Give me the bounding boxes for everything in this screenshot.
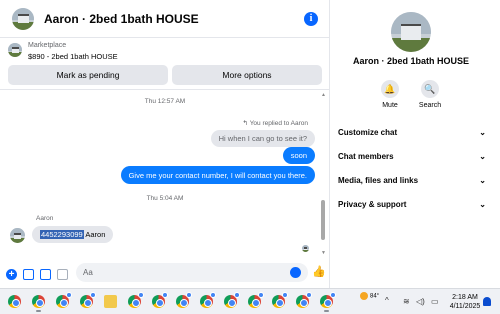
weather-widget[interactable]: 84° (360, 292, 379, 300)
chrome-icon[interactable] (8, 295, 21, 308)
clock-time: 2:18 AM (452, 294, 478, 301)
sticker-icon[interactable] (40, 268, 51, 280)
message-input[interactable]: Aa (76, 263, 308, 282)
chrome-icon[interactable] (80, 292, 96, 308)
chat-header: Aaron · 2bed 1bath HOUSE i (0, 0, 330, 38)
chrome-icon[interactable] (272, 292, 288, 308)
chrome-icon[interactable] (128, 292, 144, 308)
sent-message[interactable]: soon (282, 147, 315, 164)
gif-icon[interactable] (57, 268, 68, 280)
mark-as-pending-button[interactable]: Mark as pending (8, 65, 168, 85)
chevron-down-icon: ⌄ (479, 151, 486, 161)
chrome-icon[interactable] (152, 292, 168, 308)
chrome-icon[interactable] (200, 292, 216, 308)
chat-members-row[interactable]: Chat members ⌄ (338, 146, 486, 166)
wifi-icon[interactable]: ≋ (403, 297, 410, 306)
sent-message[interactable]: Give me your contact number, I will cont… (120, 166, 315, 184)
row-label: Chat members (338, 151, 394, 161)
chrome-icon[interactable] (248, 292, 264, 308)
chrome-icon[interactable] (32, 295, 45, 312)
profile-avatar[interactable] (391, 12, 431, 52)
profile-name[interactable]: Aaron · 2bed 1bath HOUSE (330, 56, 492, 66)
image-icon[interactable] (23, 268, 34, 280)
chevron-down-icon: ⌄ (479, 127, 486, 137)
windows-taskbar: 84° ^ ≋ ◁) ▭ 2:18 AM 4/11/2025 (0, 288, 500, 314)
row-label: Media, files and links (338, 175, 419, 185)
quoted-message[interactable]: Hi when I can go to see it? (210, 130, 315, 147)
message-list[interactable]: ▲ ▼ Thu 12:57 AM ↰ You replied to Aaron … (0, 90, 330, 260)
clock-date: 4/11/2025 (449, 303, 481, 310)
customize-chat-row[interactable]: Customize chat ⌄ (338, 122, 486, 142)
chrome-icon[interactable] (296, 292, 312, 308)
composer-bar: + Aa 👍 (0, 260, 330, 288)
read-receipt-avatar (302, 245, 309, 252)
privacy-support-row[interactable]: Privacy & support ⌄ (338, 194, 486, 214)
volume-icon[interactable]: ◁) (416, 297, 425, 306)
chevron-down-icon: ⌄ (479, 199, 486, 209)
chat-avatar[interactable] (12, 7, 34, 30)
row-label: Privacy & support (338, 199, 407, 209)
chrome-icon[interactable] (56, 292, 72, 308)
chevron-down-icon: ⌄ (479, 175, 486, 185)
received-message[interactable]: 4452293099 Aaron (32, 226, 114, 243)
battery-icon[interactable]: ▭ (431, 297, 439, 306)
chat-title[interactable]: Aaron · 2bed 1bath HOUSE (44, 12, 304, 26)
replied-text: You replied to Aaron (249, 120, 308, 127)
timestamp: Thu 5:04 AM (146, 195, 184, 202)
bell-icon: 🔔 (381, 80, 399, 98)
marketplace-banner: Marketplace $890 - 2bed 1bath HOUSE Mark… (0, 38, 330, 90)
notification-bell-icon[interactable] (483, 297, 491, 306)
more-options-button[interactable]: More options (172, 65, 322, 85)
search-button[interactable]: 🔍 Search (415, 80, 445, 109)
chrome-icon[interactable] (224, 292, 240, 308)
search-label: Search (418, 102, 442, 109)
temperature: 84° (370, 293, 380, 300)
timestamp: Thu 12:57 AM (144, 98, 186, 105)
thumbs-up-icon[interactable]: 👍 (312, 265, 326, 278)
chrome-icon[interactable] (320, 292, 336, 312)
listing-thumbnail[interactable] (8, 43, 22, 57)
scroll-down-arrow-icon[interactable]: ▼ (321, 250, 326, 256)
emoji-icon[interactable] (290, 267, 301, 278)
search-icon: 🔍 (421, 80, 439, 98)
messenger-window: Aaron · 2bed 1bath HOUSE i Marketplace $… (0, 0, 500, 288)
media-files-links-row[interactable]: Media, files and links ⌄ (338, 170, 486, 190)
plus-icon[interactable]: + (6, 268, 17, 280)
marketplace-label: Marketplace (28, 42, 67, 49)
scrollbar-thumb[interactable] (321, 200, 325, 240)
listing-price-title[interactable]: $890 - 2bed 1bath HOUSE (28, 52, 118, 61)
file-explorer-icon[interactable] (104, 295, 117, 308)
mute-button[interactable]: 🔔 Mute (375, 80, 405, 109)
chrome-icon[interactable] (176, 292, 192, 308)
sender-name: Aaron (36, 215, 54, 222)
row-label: Customize chat (338, 127, 398, 137)
info-icon[interactable]: i (304, 11, 318, 26)
replied-indicator: ↰ You replied to Aaron (242, 120, 308, 127)
system-clock[interactable]: 2:18 AM 4/11/2025 (445, 293, 485, 311)
conversation-info-panel: Aaron · 2bed 1bath HOUSE 🔔 Mute 🔍 Search… (330, 0, 500, 288)
chevron-up-icon[interactable]: ^ (385, 296, 389, 305)
sun-icon (360, 292, 368, 300)
received-message-text: Aaron (83, 230, 106, 239)
sender-avatar[interactable] (10, 228, 25, 243)
selected-phone-number[interactable]: 4452293099 (40, 230, 84, 239)
mute-label: Mute (382, 102, 398, 109)
chat-panel: Aaron · 2bed 1bath HOUSE i Marketplace $… (0, 0, 330, 288)
